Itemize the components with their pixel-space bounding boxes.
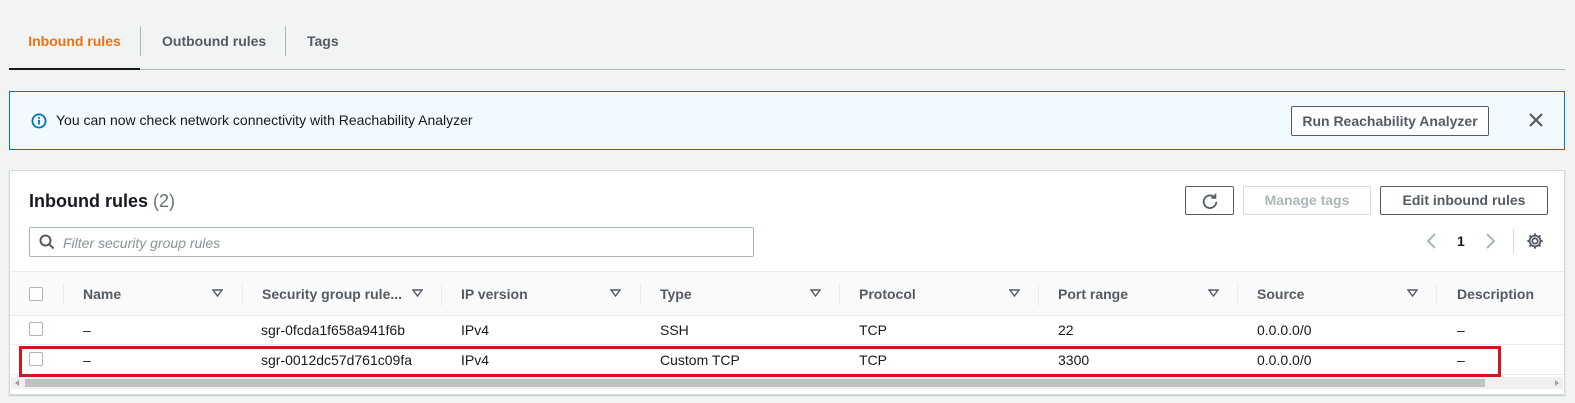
cell-type: Custom TCP — [660, 352, 740, 368]
cell-port-range: 22 — [1058, 322, 1074, 338]
sort-icon[interactable] — [1407, 289, 1418, 297]
cell-name: – — [83, 322, 91, 338]
column-divider — [1237, 284, 1238, 306]
row-checkbox[interactable] — [29, 352, 43, 366]
chevron-left-icon[interactable] — [1422, 231, 1442, 251]
column-header-ip-version[interactable]: IP version — [461, 272, 528, 317]
sort-icon[interactable] — [1208, 289, 1219, 297]
column-header-type[interactable]: Type — [660, 272, 692, 317]
info-icon — [31, 113, 47, 129]
page-number[interactable]: 1 — [1457, 233, 1465, 249]
edit-inbound-rules-button[interactable]: Edit inbound rules — [1380, 186, 1548, 215]
column-divider — [1436, 284, 1437, 306]
column-divider — [242, 284, 243, 306]
close-icon[interactable] — [1525, 109, 1547, 131]
table-row[interactable]: – sgr-0fcda1f658a941f6b IPv4 SSH TCP 22 … — [10, 316, 1564, 345]
cell-ip-version: IPv4 — [461, 352, 490, 368]
panel-title-text: Inbound rules — [29, 191, 148, 211]
gear-icon[interactable] — [1526, 232, 1544, 250]
tab-inbound-rules[interactable]: Inbound rules — [9, 13, 140, 70]
column-divider — [441, 284, 442, 306]
cell-source: 0.0.0.0/0 — [1257, 352, 1312, 368]
table-row[interactable]: – sgr-0012dc57d761c09fa IPv4 Custom TCP … — [10, 346, 1564, 375]
row-checkbox[interactable] — [29, 322, 43, 336]
sort-icon[interactable] — [412, 289, 423, 297]
tab-outbound-rules[interactable]: Outbound rules — [162, 13, 266, 70]
sort-icon[interactable] — [1009, 289, 1020, 297]
column-header-rule-id[interactable]: Security group rule... — [262, 272, 402, 317]
cell-description: – — [1457, 322, 1465, 338]
cell-protocol: TCP — [859, 352, 887, 368]
horizontal-scrollbar[interactable] — [11, 377, 1563, 389]
column-divider — [63, 284, 64, 306]
sort-icon[interactable] — [810, 289, 821, 297]
column-divider — [640, 284, 641, 306]
refresh-button[interactable] — [1185, 186, 1234, 215]
chevron-right-icon[interactable] — [1480, 231, 1500, 251]
manage-tags-button[interactable]: Manage tags — [1243, 186, 1371, 215]
pager-divider — [1513, 229, 1514, 253]
column-header-name[interactable]: Name — [83, 272, 121, 317]
panel-title: Inbound rules (2) — [29, 191, 175, 212]
cell-rule-id: sgr-0fcda1f658a941f6b — [261, 322, 405, 338]
scrollbar-thumb[interactable] — [25, 379, 1485, 387]
refresh-icon — [1202, 193, 1218, 209]
column-header-description[interactable]: Description — [1457, 272, 1534, 317]
cell-name: – — [83, 352, 91, 368]
filter-input[interactable] — [63, 233, 743, 253]
sort-icon[interactable] — [610, 289, 621, 297]
inbound-rules-panel: Inbound rules (2) Manage tags Edit inbou… — [9, 170, 1565, 395]
cell-protocol: TCP — [859, 322, 887, 338]
scroll-left-icon[interactable] — [13, 379, 21, 387]
rule-count: (2) — [153, 191, 176, 211]
column-divider — [839, 284, 840, 306]
filter-field — [29, 227, 754, 257]
tab-divider — [140, 26, 141, 56]
tab-tags[interactable]: Tags — [307, 13, 339, 70]
run-reachability-analyzer-button[interactable]: Run Reachability Analyzer — [1291, 106, 1489, 136]
cell-source: 0.0.0.0/0 — [1257, 322, 1312, 338]
cell-rule-id: sgr-0012dc57d761c09fa — [261, 352, 413, 368]
search-icon — [39, 234, 55, 250]
info-flashbar: You can now check network connectivity w… — [9, 91, 1565, 150]
cell-port-range: 3300 — [1058, 352, 1090, 368]
sort-icon[interactable] — [212, 289, 223, 297]
tab-divider — [285, 26, 286, 56]
select-all-checkbox[interactable] — [29, 287, 43, 301]
column-header-protocol[interactable]: Protocol — [859, 272, 916, 317]
cell-description: – — [1457, 352, 1465, 368]
scroll-right-icon[interactable] — [1553, 379, 1561, 387]
column-divider — [1038, 284, 1039, 306]
cell-ip-version: IPv4 — [461, 322, 490, 338]
table-header: Name Security group rule... IP version T… — [10, 271, 1564, 316]
column-header-source[interactable]: Source — [1257, 272, 1304, 317]
column-header-port-range[interactable]: Port range — [1058, 272, 1128, 317]
cell-type: SSH — [660, 322, 689, 338]
flash-message: You can now check network connectivity w… — [56, 112, 473, 128]
tab-bar: Inbound rules Outbound rules Tags — [9, 13, 1565, 70]
